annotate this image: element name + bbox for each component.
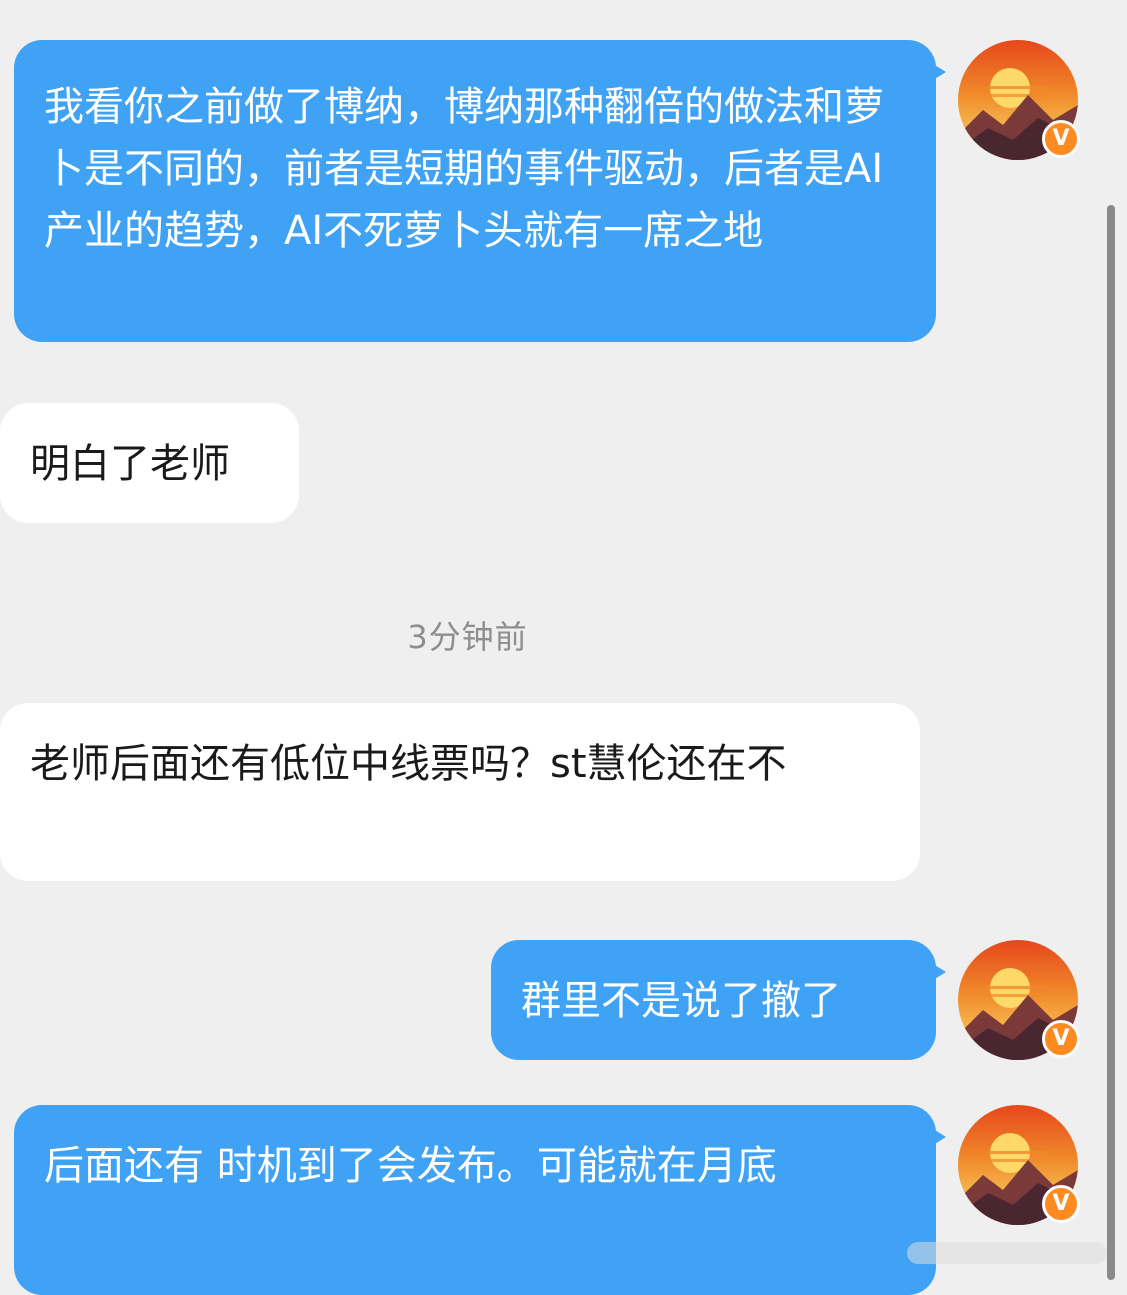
message-bubble-incoming[interactable]: 明白了老师 xyxy=(0,403,299,523)
bubble-tail xyxy=(930,962,946,982)
watermark xyxy=(907,1242,1107,1264)
message-text: 我看你之前做了博纳，博纳那种翻倍的做法和萝卜是不同的，前者是短期的事件驱动，后者… xyxy=(44,84,884,254)
message-bubble-outgoing[interactable]: 我看你之前做了博纳，博纳那种翻倍的做法和萝卜是不同的，前者是短期的事件驱动，后者… xyxy=(14,40,946,342)
bubble-tail xyxy=(930,62,946,82)
bubble-tail xyxy=(930,1127,946,1147)
chat-area[interactable]: 我看你之前做了博纳，博纳那种翻倍的做法和萝卜是不同的，前者是短期的事件驱动，后者… xyxy=(0,0,1127,1295)
message-bubble-incoming[interactable]: 老师后面还有低位中线票吗？st慧伦还在不 xyxy=(0,703,920,881)
verified-badge-icon: V xyxy=(1042,1185,1080,1223)
verified-badge-icon: V xyxy=(1042,120,1080,158)
message-bubble-outgoing[interactable]: 后面还有 时机到了会发布。可能就在月底 xyxy=(14,1105,946,1295)
message-text: 后面还有 时机到了会发布。可能就在月底 xyxy=(44,1143,777,1189)
avatar[interactable]: V xyxy=(958,940,1080,1060)
message-text: 老师后面还有低位中线票吗？st慧伦还在不 xyxy=(30,741,787,787)
verified-badge-icon: V xyxy=(1042,1020,1080,1058)
message-text: 群里不是说了撤了 xyxy=(521,978,841,1024)
avatar[interactable]: V xyxy=(958,1105,1080,1225)
avatar[interactable]: V xyxy=(958,40,1080,160)
message-timestamp: 3分钟前 xyxy=(407,618,528,656)
scrollbar[interactable] xyxy=(1107,205,1115,1280)
message-bubble-outgoing[interactable]: 群里不是说了撤了 xyxy=(491,940,946,1060)
message-text: 明白了老师 xyxy=(30,441,230,487)
